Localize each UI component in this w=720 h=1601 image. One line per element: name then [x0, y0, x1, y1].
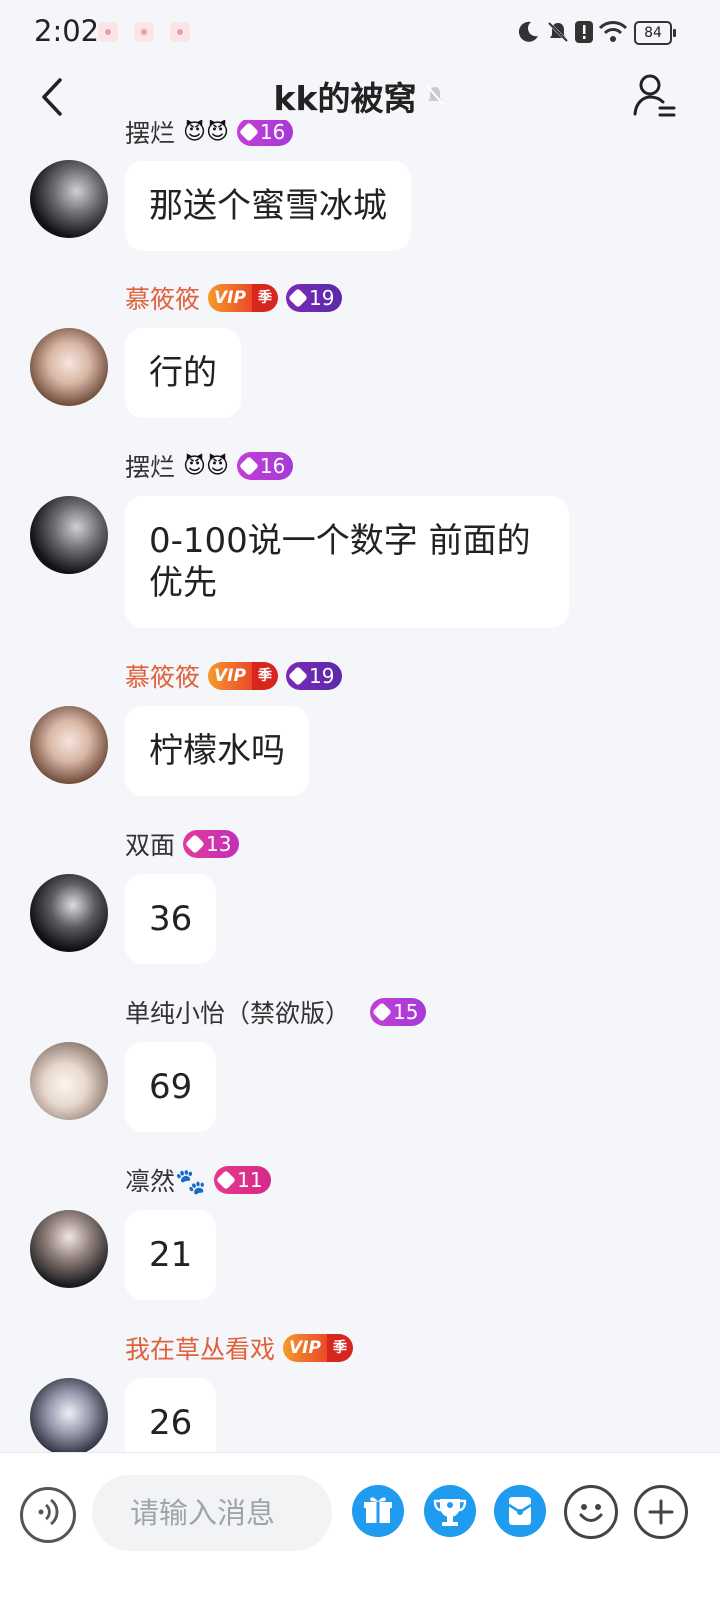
chat-title: kk的被窝 — [273, 79, 417, 118]
vip-badge: VIP 季 — [208, 662, 278, 690]
message-bubble[interactable]: 0-100说一个数字 前面的优先 — [125, 496, 569, 628]
message-bubble[interactable]: 36 — [125, 874, 217, 964]
status-time: 2:02 — [34, 14, 100, 48]
plus-icon — [648, 1499, 674, 1525]
avatar[interactable] — [30, 1378, 108, 1456]
red-packet-button[interactable] — [494, 1485, 546, 1537]
level-badge: 19 — [285, 284, 343, 312]
sender-name: 单纯小怡（禁欲版） — [125, 999, 351, 1028]
message-bubble[interactable]: 柠檬水吗 — [125, 706, 309, 796]
vip-badge: VIP 季 — [208, 284, 278, 312]
sender-name: 慕筱筱 — [125, 663, 201, 692]
battery-icon: 84 — [634, 21, 676, 45]
input-bar — [0, 1452, 720, 1601]
notification-icon — [134, 22, 154, 42]
notification-icon — [170, 22, 190, 42]
avatar[interactable] — [30, 328, 108, 406]
emoji-button[interactable] — [564, 1485, 618, 1539]
message-bubble[interactable]: 69 — [125, 1042, 217, 1132]
avatar[interactable] — [30, 874, 108, 952]
wifi-icon — [598, 21, 628, 42]
sender-name: 摆烂 — [125, 453, 176, 482]
alert-icon — [575, 21, 593, 43]
notification-icon — [98, 22, 118, 42]
mute-bell-icon — [426, 85, 445, 105]
avatar[interactable] — [30, 496, 108, 574]
message-bubble[interactable]: 那送个蜜雪冰城 — [125, 161, 411, 251]
sender-name: 慕筱筱 — [125, 285, 201, 314]
gift-icon — [364, 1497, 392, 1523]
level-badge: 16 — [236, 120, 294, 146]
devil-emoji-icon: 😈😈 — [183, 120, 229, 145]
level-badge: 13 — [183, 830, 240, 858]
message-list[interactable]: 摆烂 😈😈 16 那送个蜜雪冰城 慕筱筱 VIP 季 19 行的 摆烂 😈😈 16… — [0, 120, 720, 1480]
message-bubble[interactable]: 行的 — [125, 328, 241, 418]
level-badge: 15 — [370, 998, 427, 1026]
voice-button[interactable] — [20, 1487, 76, 1543]
vip-badge: VIP 季 — [283, 1334, 353, 1362]
level-badge: 19 — [285, 662, 343, 690]
avatar[interactable] — [30, 1210, 108, 1288]
trophy-button[interactable] — [424, 1485, 476, 1537]
red-packet-icon — [508, 1497, 532, 1525]
trophy-icon — [433, 1499, 467, 1526]
level-badge: 16 — [236, 452, 294, 480]
sender-name: 凛然🐾 — [125, 1167, 207, 1196]
avatar[interactable] — [30, 160, 108, 238]
voice-icon — [38, 1498, 59, 1526]
sender-name: 双面 — [125, 831, 176, 860]
mute-bell-icon — [547, 21, 569, 43]
more-button[interactable] — [634, 1485, 688, 1539]
emoji-icon — [579, 1504, 603, 1522]
message-bubble[interactable]: 21 — [125, 1210, 217, 1300]
status-bar: 2:02 84 — [0, 0, 720, 66]
moon-icon — [518, 21, 538, 42]
devil-emoji-icon: 😈😈 — [183, 453, 229, 479]
message-input[interactable] — [92, 1475, 332, 1551]
avatar[interactable] — [30, 706, 108, 784]
level-badge: 11 — [214, 1166, 271, 1194]
sender-name: 摆烂 — [125, 120, 176, 148]
gift-button[interactable] — [352, 1485, 404, 1537]
sender-name: 我在草丛看戏 — [125, 1335, 276, 1364]
group-settings-button[interactable] — [632, 70, 678, 120]
avatar[interactable] — [30, 1042, 108, 1120]
